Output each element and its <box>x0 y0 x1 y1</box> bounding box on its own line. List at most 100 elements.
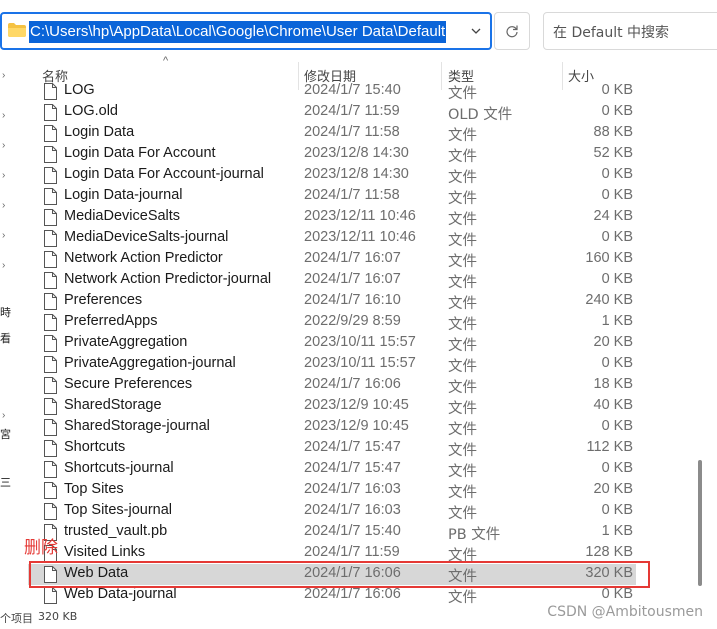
file-name: Web Data-journal <box>64 586 177 602</box>
annotation-label: 删除 <box>24 538 58 558</box>
file-name: Top Sites <box>64 481 124 497</box>
file-row[interactable]: Web Data-journal 2024/1/7 16:06 文件 0 KB <box>28 585 636 606</box>
file-name: PrivateAggregation <box>64 334 188 350</box>
chevron-right-icon[interactable]: › <box>2 70 10 82</box>
chevron-right-icon[interactable]: › <box>2 140 10 152</box>
file-icon <box>44 398 57 415</box>
file-icon <box>44 314 57 331</box>
file-row[interactable]: Network Action Predictor 2024/1/7 16:07 文件… <box>28 249 636 270</box>
file-row[interactable]: Login Data-journal 2024/1/7 11:58 文件 0 KB <box>28 186 636 207</box>
file-modified-date: 2023/12/9 10:45 <box>304 418 409 434</box>
file-modified-date: 2024/1/7 16:07 <box>304 271 401 287</box>
file-size: 20 KB <box>593 334 634 350</box>
file-icon <box>44 230 57 247</box>
file-size: 0 KB <box>601 460 633 476</box>
file-icon <box>44 461 57 478</box>
file-type: 文件 <box>448 275 477 291</box>
file-modified-date: 2024/1/7 16:07 <box>304 250 401 266</box>
file-row[interactable]: SharedStorage-journal 2023/12/9 10:45 文件 0 … <box>28 417 636 438</box>
file-row[interactable]: Top Sites-journal 2024/1/7 16:03 文件 0 KB <box>28 501 636 522</box>
file-name: Login Data For Account-journal <box>64 166 264 182</box>
file-row[interactable]: trusted_vault.pb 2024/1/7 15:40 PB 文件 1 KB <box>28 522 636 543</box>
file-row[interactable]: Preferences 2024/1/7 16:10 文件 240 KB <box>28 291 636 312</box>
file-type: 文件 <box>448 590 477 606</box>
file-name: Login Data-journal <box>64 187 183 203</box>
file-size: 0 KB <box>601 355 633 371</box>
file-row[interactable]: Login Data For Account 2023/12/8 14:30 文件 5… <box>28 144 636 165</box>
nav-label-fragment: 時 <box>0 307 11 319</box>
file-rows: LOG 2024/1/7 15:40 文件 0 KB LOG.old 2024/1/7 1… <box>28 82 678 608</box>
address-path[interactable]: C:\Users\hp\AppData\Local\Google\Chrome\… <box>29 21 447 43</box>
file-name: LOG.old <box>64 103 118 119</box>
file-icon <box>44 146 57 163</box>
file-size: 0 KB <box>601 502 633 518</box>
file-type: 文件 <box>448 191 477 207</box>
file-modified-date: 2024/1/7 15:40 <box>304 523 401 539</box>
sort-ascending-icon: ^ <box>163 55 169 67</box>
file-row[interactable]: MediaDeviceSalts 2023/12/11 10:46 文件 24 KB <box>28 207 636 228</box>
chevron-right-icon[interactable]: › <box>2 110 10 122</box>
search-placeholder: 在 Default 中搜索 <box>553 25 670 41</box>
refresh-button[interactable] <box>494 12 530 50</box>
file-row[interactable]: Top Sites 2024/1/7 16:03 文件 20 KB <box>28 480 636 501</box>
file-name: PreferredApps <box>64 313 158 329</box>
file-size: 0 KB <box>601 586 633 602</box>
file-type: 文件 <box>448 296 477 312</box>
chevron-down-icon[interactable] <box>470 25 482 37</box>
file-row[interactable]: LOG 2024/1/7 15:40 文件 0 KB <box>28 82 636 102</box>
nav-label-fragment: 宮 <box>0 429 11 441</box>
file-row[interactable]: Login Data For Account-journal 2023/12/8 … <box>28 165 636 186</box>
file-row[interactable]: PrivateAggregation-journal 2023/10/11 15:… <box>28 354 636 375</box>
file-size: 1 KB <box>601 313 633 329</box>
file-icon <box>44 440 57 457</box>
file-modified-date: 2024/1/7 16:03 <box>304 502 401 518</box>
file-size: 20 KB <box>593 481 634 497</box>
chevron-right-icon[interactable]: › <box>2 170 10 182</box>
file-type: 文件 <box>448 506 477 522</box>
file-type: 文件 <box>448 422 477 438</box>
file-name: Secure Preferences <box>64 376 193 392</box>
file-row[interactable]: Shortcuts-journal 2024/1/7 15:47 文件 0 KB <box>28 459 636 480</box>
file-row[interactable]: MediaDeviceSalts-journal 2023/12/11 10:46… <box>28 228 636 249</box>
file-row[interactable]: Secure Preferences 2024/1/7 16:06 文件 18 KB <box>28 375 636 396</box>
file-modified-date: 2023/12/11 10:46 <box>304 229 416 245</box>
chevron-right-icon[interactable]: › <box>2 410 10 422</box>
file-size: 0 KB <box>601 271 633 287</box>
file-list[interactable]: ^ 名称 修改日期 类型 大小 LOG 2024/1/7 15:40 文件 0 KB L… <box>28 55 678 608</box>
file-row[interactable]: PrivateAggregation 2023/10/11 15:57 文件 20 K… <box>28 333 636 354</box>
file-row[interactable]: Network Action Predictor-journal 2024/1/7… <box>28 270 636 291</box>
file-icon <box>44 335 57 352</box>
file-icon <box>44 503 57 520</box>
file-name: SharedStorage-journal <box>64 418 210 434</box>
file-modified-date: 2024/1/7 11:58 <box>304 124 400 140</box>
file-size: 18 KB <box>593 376 634 392</box>
search-input[interactable]: 在 Default 中搜索 <box>543 12 717 50</box>
chevron-right-icon[interactable]: › <box>2 230 10 242</box>
file-row[interactable]: LOG.old 2024/1/7 11:59 OLD 文件 0 KB <box>28 102 636 123</box>
scrollbar-thumb[interactable] <box>698 460 702 586</box>
file-size: 0 KB <box>601 418 633 434</box>
navigation-pane[interactable]: › › › › › › › 時 看 › 宮 三 <box>0 58 18 608</box>
file-icon <box>44 377 57 394</box>
status-selected-size: 320 KB <box>38 610 78 623</box>
address-bar[interactable]: C:\Users\hp\AppData\Local\Google\Chrome\… <box>0 12 492 50</box>
file-name: MediaDeviceSalts-journal <box>64 229 229 245</box>
chevron-right-icon[interactable]: › <box>2 260 10 272</box>
file-row[interactable]: Login Data 2024/1/7 11:58 文件 88 KB <box>28 123 636 144</box>
file-name: LOG <box>64 82 95 98</box>
file-size: 52 KB <box>593 145 634 161</box>
file-name: SharedStorage <box>64 397 162 413</box>
file-row[interactable]: PreferredApps 2022/9/29 8:59 文件 1 KB <box>28 312 636 333</box>
file-modified-date: 2024/1/7 16:06 <box>304 586 401 602</box>
file-icon <box>44 209 57 226</box>
chevron-right-icon[interactable]: › <box>2 200 10 212</box>
file-row[interactable]: SharedStorage 2023/12/9 10:45 文件 40 KB <box>28 396 636 417</box>
file-modified-date: 2024/1/7 15:47 <box>304 460 401 476</box>
file-row[interactable]: Shortcuts 2024/1/7 15:47 文件 112 KB <box>28 438 636 459</box>
file-type: 文件 <box>448 443 477 459</box>
file-modified-date: 2024/1/7 16:06 <box>304 376 401 392</box>
file-type: 文件 <box>448 401 477 417</box>
file-icon <box>44 356 57 373</box>
file-size: 40 KB <box>593 397 634 413</box>
file-size: 160 KB <box>585 250 633 266</box>
